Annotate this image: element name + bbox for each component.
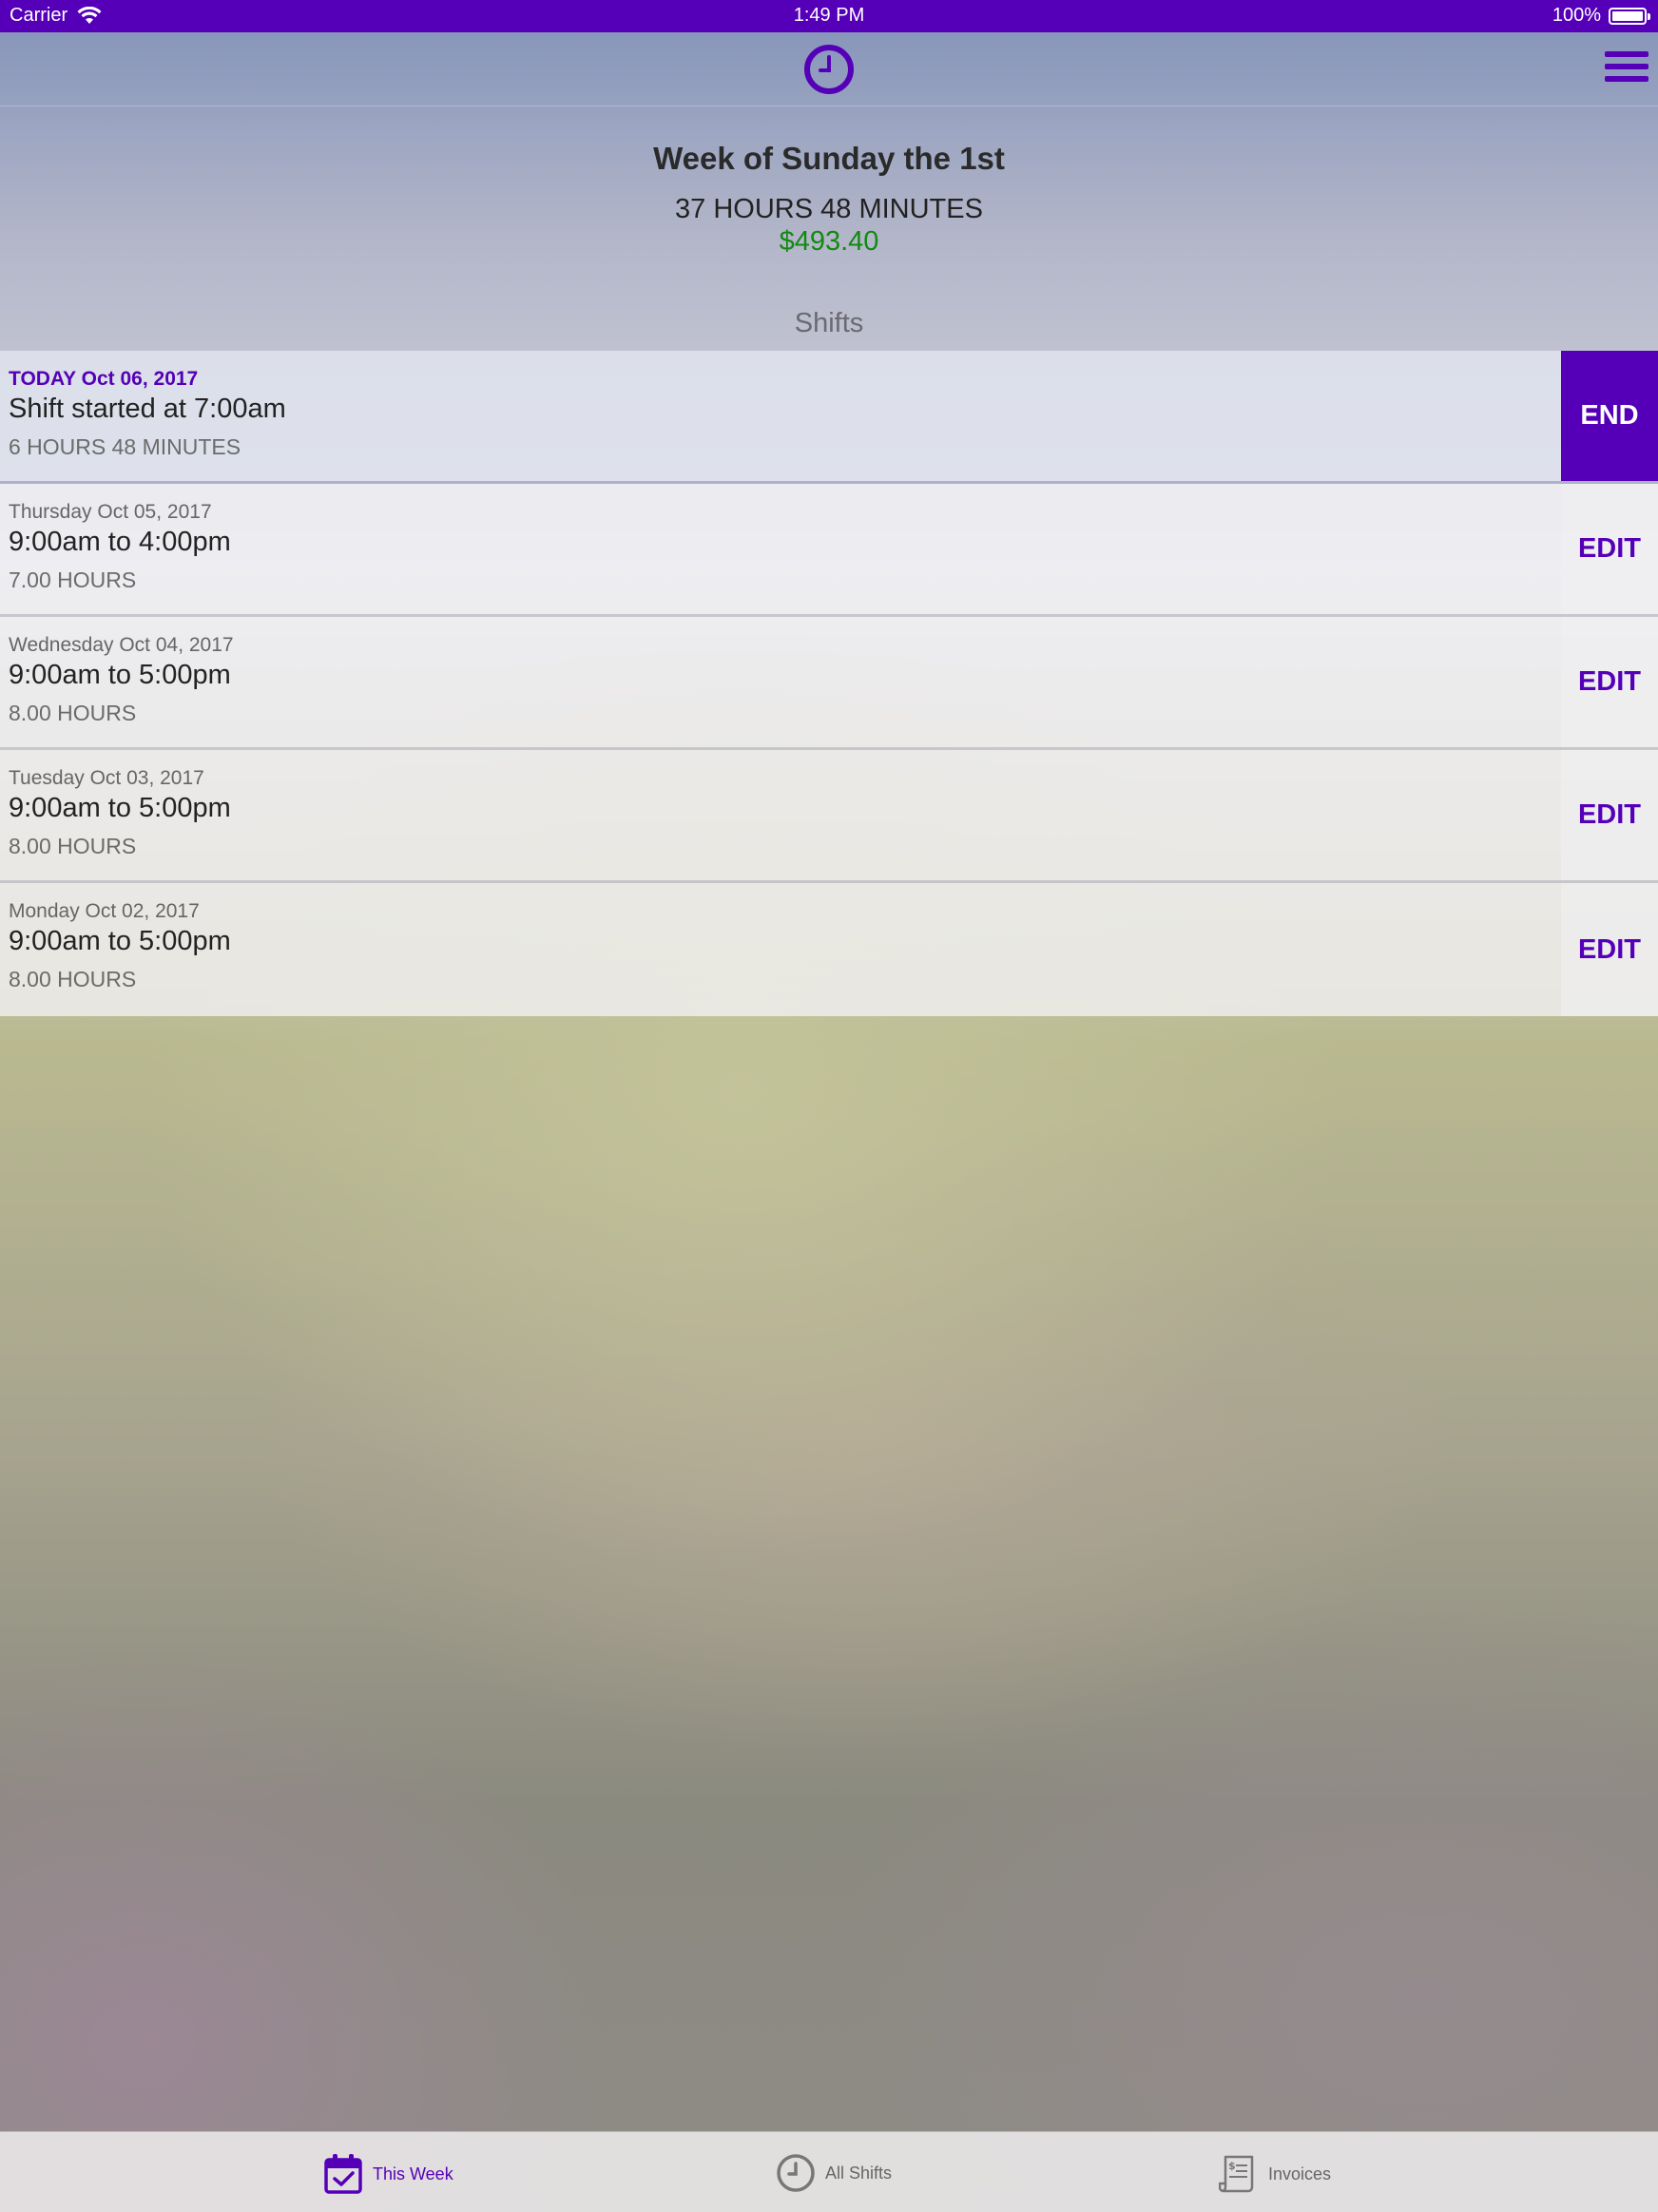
shift-range: 9:00am to 5:00pm [9, 793, 231, 823]
invoice-icon: $ [1219, 2155, 1254, 2193]
calendar-check-icon [324, 2154, 362, 2194]
shift-date: Monday Oct 02, 2017 [9, 900, 200, 922]
tab-invoices[interactable]: $ Invoices [1219, 2153, 1331, 2195]
status-time: 1:49 PM [793, 5, 865, 26]
shift-list: TODAY Oct 06, 2017 Shift started at 7:00… [0, 351, 1658, 1016]
total-hours: 37 HOURS 48 MINUTES [675, 194, 983, 224]
tab-label: This Week [373, 2164, 453, 2183]
shifts-section-header: Shifts [794, 308, 864, 338]
list-item[interactable]: TODAY Oct 06, 2017 Shift started at 7:00… [0, 351, 1658, 484]
tab-label: All Shifts [825, 2163, 893, 2183]
shift-duration: 8.00 HOURS [9, 701, 137, 725]
tab-this-week[interactable]: This Week [323, 2153, 453, 2195]
status-bar: Carrier 1:49 PM 100% [0, 0, 1658, 32]
shift-range: Shift started at 7:00am [9, 394, 286, 424]
shift-range: 9:00am to 5:00pm [9, 660, 231, 690]
hamburger-menu-icon[interactable] [1605, 51, 1648, 89]
shift-date: Wednesday Oct 04, 2017 [9, 634, 234, 656]
list-item[interactable]: Tuesday Oct 03, 2017 9:00am to 5:00pm 8.… [0, 750, 1658, 883]
shift-date: Tuesday Oct 03, 2017 [9, 767, 204, 789]
battery-icon [1609, 7, 1650, 25]
shift-range: 9:00am to 4:00pm [9, 527, 231, 557]
status-right: 100% [1552, 5, 1650, 27]
list-item[interactable]: Thursday Oct 05, 2017 9:00am to 4:00pm 7… [0, 484, 1658, 617]
tab-label: Invoices [1268, 2164, 1332, 2183]
shift-duration: 8.00 HOURS [9, 834, 137, 858]
edit-shift-button[interactable]: EDIT [1561, 484, 1658, 614]
edit-shift-button[interactable]: EDIT [1561, 617, 1658, 747]
clock-icon [804, 45, 854, 94]
nav-bar [0, 32, 1658, 106]
battery-percent: 100% [1552, 5, 1601, 26]
tab-bar: This Week All Shifts $ Invoices [0, 2131, 1658, 2212]
shift-duration: 6 HOURS 48 MINUTES [9, 434, 241, 459]
shift-duration: 8.00 HOURS [9, 967, 137, 991]
list-item[interactable]: Wednesday Oct 04, 2017 9:00am to 5:00pm … [0, 617, 1658, 750]
list-item[interactable]: Monday Oct 02, 2017 9:00am to 5:00pm 8.0… [0, 883, 1658, 1016]
shift-date: TODAY Oct 06, 2017 [9, 368, 199, 390]
shift-range: 9:00am to 5:00pm [9, 926, 231, 956]
svg-text:$: $ [1228, 2160, 1236, 2172]
total-pay: $493.40 [779, 226, 879, 257]
tab-all-shifts[interactable]: All Shifts [776, 2153, 892, 2193]
edit-shift-button[interactable]: EDIT [1561, 883, 1658, 1016]
week-title: Week of Sunday the 1st [653, 141, 1005, 176]
shift-duration: 7.00 HOURS [9, 567, 137, 592]
edit-shift-button[interactable]: EDIT [1561, 750, 1658, 880]
shift-date: Thursday Oct 05, 2017 [9, 501, 212, 523]
clock-icon [777, 2154, 815, 2192]
end-shift-button[interactable]: END [1561, 351, 1658, 481]
